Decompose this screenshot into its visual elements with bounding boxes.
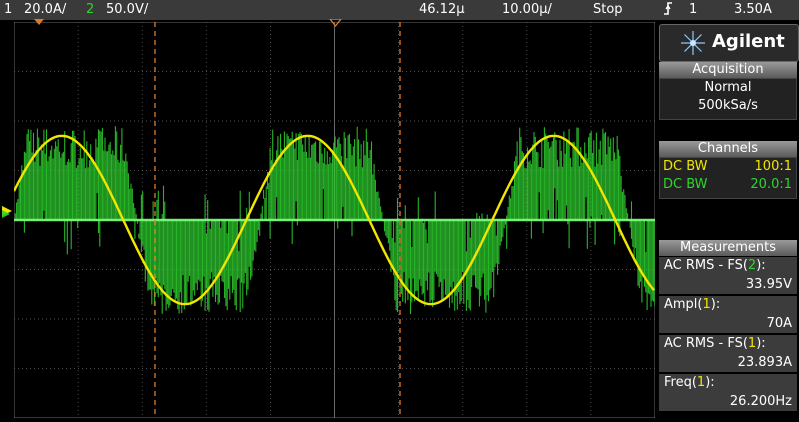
trigger-edge-icon <box>662 0 674 23</box>
channel2-probe: 20.0:1 <box>750 177 792 192</box>
acquisition-mode: Normal <box>704 80 752 95</box>
channels-header[interactable]: Channels <box>659 141 797 157</box>
time-markers <box>34 19 342 28</box>
side-panel: Agilent Acquisition Normal 500kSa/s Chan… <box>657 22 799 420</box>
acquisition-panel[interactable]: Normal 500kSa/s <box>659 78 797 120</box>
sample-rate: 500kSa/s <box>698 98 758 113</box>
time-delay[interactable]: 46.12µ <box>419 0 465 20</box>
channel2-number[interactable]: 2 <box>86 0 94 20</box>
ground-markers <box>2 206 12 218</box>
channel1-row[interactable]: DC BW 100:1 <box>660 158 796 176</box>
measurement-label: AC RMS - FS(1): <box>664 336 766 351</box>
channel1-probe: 100:1 <box>754 159 792 174</box>
status-bar: 1 20.0A/ 2 50.0V/ 46.12µ 10.00µ/ Stop 1 … <box>0 0 799 20</box>
acquisition-header[interactable]: Acquisition <box>659 62 797 78</box>
measurement-label: AC RMS - FS(2): <box>664 258 766 273</box>
channel1-number[interactable]: 1 <box>4 0 12 20</box>
measurements-header[interactable]: Measurements <box>659 240 797 256</box>
run-state[interactable]: Stop <box>593 0 623 20</box>
time-scale[interactable]: 10.00µ/ <box>502 0 552 20</box>
channel2-scale[interactable]: 50.0V/ <box>106 0 148 20</box>
measurement-label: Freq(1): <box>664 375 715 390</box>
measurement-label: Ampl(1): <box>664 297 721 312</box>
measurement-item[interactable]: Ampl(1): 70A <box>659 296 797 334</box>
delay-reference-icon <box>329 19 342 28</box>
brand-name: Agilent <box>712 31 785 52</box>
waveform-plot <box>12 21 656 419</box>
measurement-value: 23.893A <box>737 355 792 370</box>
channel1-coupling: DC BW <box>663 159 708 174</box>
trigger-channel[interactable]: 1 <box>689 0 697 20</box>
measurement-item[interactable]: AC RMS - FS(2): 33.95V <box>659 257 797 295</box>
channels-panel[interactable]: DC BW 100:1 DC BW 20.0:1 <box>659 157 797 199</box>
channel2-row[interactable]: DC BW 20.0:1 <box>660 176 796 194</box>
measurement-item[interactable]: AC RMS - FS(1): 23.893A <box>659 335 797 373</box>
trigger-level[interactable]: 3.50A <box>734 0 772 20</box>
channel1-scale[interactable]: 20.0A/ <box>24 0 66 20</box>
measurement-item[interactable]: Freq(1): 26.200Hz <box>659 374 797 412</box>
agilent-spark-icon <box>681 31 705 55</box>
measurement-value: 70A <box>766 316 792 331</box>
waveform-display[interactable] <box>12 21 656 419</box>
trigger-position-icon <box>34 19 44 25</box>
channel2-coupling: DC BW <box>663 177 708 192</box>
brand-logo: Agilent <box>659 24 799 62</box>
measurement-value: 33.95V <box>745 277 792 292</box>
measurement-value: 26.200Hz <box>729 394 792 409</box>
